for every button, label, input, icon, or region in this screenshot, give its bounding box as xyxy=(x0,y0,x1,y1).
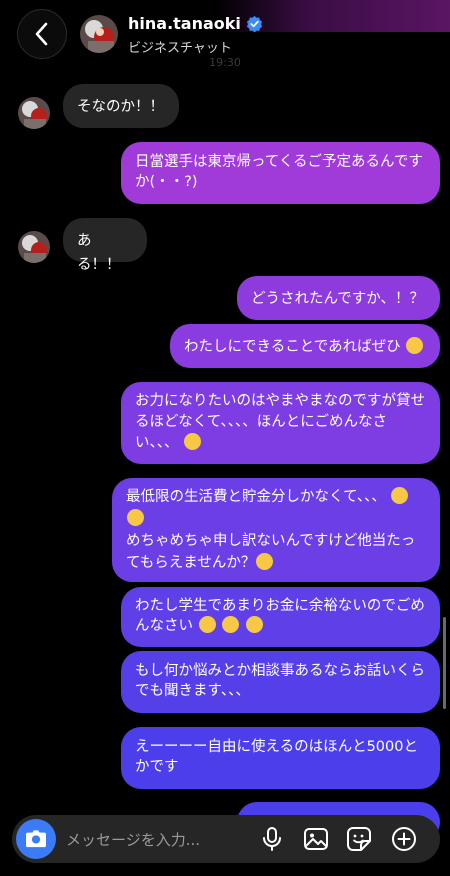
image-icon xyxy=(304,828,328,850)
message-text-line: えーーーー自由に使えるのはほんと5000と xyxy=(135,739,418,755)
crying-emoji-icon xyxy=(198,616,216,633)
message-composer xyxy=(12,815,440,865)
sticker-icon xyxy=(347,827,371,851)
camera-button[interactable] xyxy=(16,819,56,859)
crying-emoji-icon xyxy=(256,553,274,570)
message-text: わたしにできることであればぜひ xyxy=(184,339,401,355)
message-bubble-received[interactable]: ある！！ xyxy=(63,218,147,273)
message-text: ある！！ xyxy=(77,233,121,273)
crying-emoji-icon xyxy=(222,616,240,633)
back-button[interactable] xyxy=(17,9,67,59)
crying-emoji-icon xyxy=(245,616,263,633)
microphone-button[interactable] xyxy=(258,825,286,853)
microphone-icon xyxy=(263,827,281,851)
message-bubble-sent[interactable]: わたしにできることであればぜひ xyxy=(170,324,440,368)
message-text: 日當選手は東京帰ってくるご予定あるんですか(・・?) xyxy=(135,154,423,190)
plus-circle-icon xyxy=(392,827,416,851)
message-text-line: 最低限の生活費と貯金分しかなくて、、、 xyxy=(126,489,386,505)
verified-badge-icon xyxy=(246,15,263,32)
camera-icon xyxy=(26,830,46,848)
message-text-line: お力になりたいのはやまやまなのですが貸せ xyxy=(135,393,425,409)
username: hina.tanaoki xyxy=(128,14,241,33)
timestamp: 19:30 xyxy=(209,56,241,69)
sticker-button[interactable] xyxy=(345,825,373,853)
crying-emoji-icon xyxy=(184,433,202,450)
message-bubble-sent[interactable]: えーーーー自由に使えるのはほんと5000と かです xyxy=(121,727,440,789)
message-text-line: もし何か悩みとか相談事あるならお話いくら xyxy=(135,663,425,679)
message-input[interactable] xyxy=(64,815,258,865)
message-bubble-sent[interactable]: もし何か悩みとか相談事あるならお話いくら でも聞きます、、、 xyxy=(121,651,440,713)
chat-type-label: ビジネスチャット xyxy=(128,41,232,56)
profile-avatar[interactable] xyxy=(80,15,118,53)
message-text: どうされたんですか、！？ xyxy=(251,291,424,307)
message-bubble-sent[interactable]: 最低限の生活費と貯金分しかなくて、、、 めちゃめちゃ申し訳ないんですけど他当たっ… xyxy=(112,478,440,582)
sender-avatar[interactable] xyxy=(18,97,50,129)
message-text-line: んなさい xyxy=(135,618,193,634)
message-bubble-sent[interactable]: お力になりたいのはやまやまなのですが貸せ るほどなくて、、、、ほんとにごめんなさ… xyxy=(121,382,440,464)
scrollbar[interactable] xyxy=(443,617,446,709)
message-bubble-sent[interactable]: 日當選手は東京帰ってくるご予定あるんですか(・・?) xyxy=(121,142,440,204)
more-options-button[interactable] xyxy=(390,825,418,853)
message-text-line: かです xyxy=(135,759,179,775)
message-bubble-sent[interactable]: どうされたんですか、！？ xyxy=(237,276,440,320)
chevron-left-icon xyxy=(35,22,48,46)
message-text-line: い、、、 xyxy=(135,435,179,451)
message-text-line: めちゃめちゃ申し訳ないんですけど他当たっ xyxy=(126,533,416,549)
username-row[interactable]: hina.tanaoki xyxy=(128,14,263,33)
gallery-button[interactable] xyxy=(302,825,330,853)
message-text-line: わたし学生であまりお金に余裕ないのでごめ xyxy=(135,598,425,614)
message-bubble-received[interactable]: そなのか！！ xyxy=(63,84,179,128)
sender-avatar[interactable] xyxy=(18,231,50,263)
holding-tears-emoji-icon xyxy=(127,509,144,526)
message-bubble-sent[interactable]: わたし学生であまりお金に余裕ないのでごめ んなさい xyxy=(121,587,440,647)
message-text: そなのか！！ xyxy=(77,99,164,115)
message-text-line: でも聞きます、、、 xyxy=(135,683,250,699)
message-text-line: てもらえませんか？ xyxy=(126,555,256,571)
pensive-emoji-icon xyxy=(406,337,424,354)
message-text-line: るほどなくて、、、、ほんとにごめんなさ xyxy=(135,414,388,430)
holding-tears-emoji-icon xyxy=(391,487,409,504)
